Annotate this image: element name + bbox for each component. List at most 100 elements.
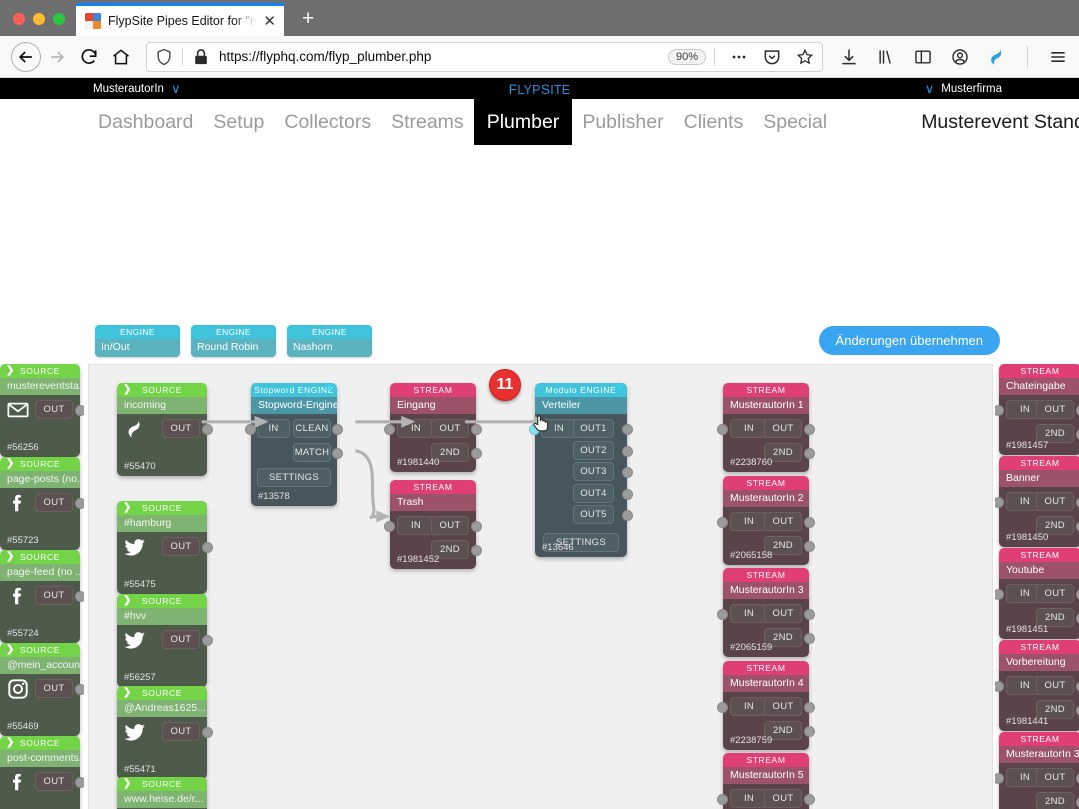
port-out2[interactable]: OUT2: [573, 440, 614, 460]
port-out[interactable]: OUT: [764, 789, 802, 808]
url-text[interactable]: https://flyphq.com/flyp_plumber.php: [219, 49, 660, 64]
port-out[interactable]: OUT: [431, 419, 469, 438]
port-out-knob[interactable]: [804, 794, 815, 805]
port-out[interactable]: OUT: [1036, 492, 1074, 511]
port-out5[interactable]: OUT5: [573, 505, 614, 524]
port-out[interactable]: OUT: [764, 511, 802, 531]
window-controls[interactable]: [0, 13, 76, 36]
port-out[interactable]: OUT: [162, 630, 200, 649]
author-stream-4[interactable]: STREAM MusterautorIn 5 IN OUT 2ND #22389…: [717, 753, 815, 809]
rail-left-source-0[interactable]: ❯ SOURCE mustereventsta... OUT #56256: [0, 364, 84, 457]
port-in[interactable]: IN: [257, 419, 290, 438]
new-tab-button[interactable]: +: [302, 8, 314, 29]
nav-streams[interactable]: Streams: [381, 99, 474, 145]
address-bar[interactable]: https://flyphq.com/flyp_plumber.php 90%: [146, 41, 823, 72]
port-out1[interactable]: OUT1: [573, 419, 614, 438]
canvas-source-4[interactable]: ❯SOURCE www.heise.de/r... OUT #55478: [117, 777, 207, 809]
port-out1-knob[interactable]: [622, 424, 633, 435]
port-2nd-knob[interactable]: [471, 448, 482, 459]
rail-left-source-4[interactable]: ❯ SOURCE post-comments... OUT #55725: [0, 736, 84, 809]
downloads-icon[interactable]: [839, 47, 859, 67]
rail-left-source-2[interactable]: ❯ SOURCE page-feed (no ... OUT #55724: [0, 550, 84, 643]
port-in-knob[interactable]: [717, 794, 728, 805]
chevron-down-icon-company[interactable]: ∨: [925, 82, 935, 95]
port-out5-knob[interactable]: [622, 510, 633, 521]
rail-right-stream-2[interactable]: STREAM Youtube IN OUT 2ND #1981451: [995, 548, 1079, 639]
port-in-knob[interactable]: [717, 516, 728, 528]
author-stream-1[interactable]: STREAM MusterautorIn 2 IN OUT 2ND #20651…: [717, 475, 815, 565]
port-in[interactable]: IN: [730, 789, 768, 808]
port-in-knob[interactable]: [995, 405, 1004, 416]
port-clean[interactable]: CLEAN: [293, 419, 331, 438]
port-2nd-knob[interactable]: [804, 540, 815, 552]
port-out[interactable]: OUT: [35, 772, 73, 791]
canvas-stream-eingang[interactable]: STREAM Eingang IN OUT 2ND #1981440: [384, 383, 482, 472]
port-2nd-knob[interactable]: [471, 545, 482, 556]
port-out[interactable]: OUT: [764, 604, 802, 623]
maximize-window-button[interactable]: [53, 13, 65, 25]
port-out[interactable]: OUT: [1036, 676, 1074, 695]
port-2nd[interactable]: 2ND: [1036, 792, 1074, 809]
close-window-button[interactable]: [13, 13, 25, 25]
port-out-knob[interactable]: [804, 609, 815, 620]
port-out-knob[interactable]: [202, 542, 213, 553]
port-out-knob[interactable]: [804, 516, 815, 528]
port-in-knob[interactable]: [384, 521, 395, 532]
port-2nd-knob[interactable]: [804, 448, 815, 459]
rail-left-source-3[interactable]: ❯ SOURCE @mein_account... OUT #55469: [0, 643, 84, 736]
port-in-knob[interactable]: [245, 424, 256, 435]
port-out[interactable]: OUT: [162, 722, 200, 741]
port-clean-knob[interactable]: [332, 424, 343, 435]
rail-right-stream-1[interactable]: STREAM Banner IN OUT 2ND #1981450: [995, 456, 1079, 547]
library-icon[interactable]: [876, 47, 896, 67]
back-button[interactable]: [11, 41, 41, 72]
port-out[interactable]: OUT: [35, 679, 73, 698]
engine-tab-2[interactable]: ENGINE Nashorn: [287, 325, 372, 357]
port-match[interactable]: MATCH: [293, 443, 331, 462]
bookmark-star-icon[interactable]: [795, 47, 815, 67]
nav-clients[interactable]: Clients: [674, 99, 754, 145]
port-in-knob[interactable]: [995, 773, 1004, 784]
browser-tab[interactable]: FlypSite Pipes Editor for "muste ✕: [76, 3, 284, 36]
nav-plumber[interactable]: Plumber: [473, 99, 573, 145]
canvas-source-3[interactable]: ❯ SOURCE @Andreas1625... OUT #55471: [117, 686, 213, 779]
port-out[interactable]: OUT: [1036, 584, 1074, 603]
reload-button[interactable]: [73, 41, 105, 73]
port-out-knob[interactable]: [75, 777, 84, 788]
sidebar-icon[interactable]: [913, 47, 933, 67]
port-2nd-knob[interactable]: [804, 633, 815, 644]
port-out[interactable]: OUT: [764, 419, 802, 438]
port-out-knob[interactable]: [804, 424, 815, 435]
engine-tab-1[interactable]: ENGINE Round Robin: [191, 325, 276, 357]
rail-right-stream-0[interactable]: STREAM Chateingabe IN OUT 2ND #1981457: [995, 364, 1079, 455]
port-in-knob[interactable]: [995, 589, 1004, 600]
port-match-knob[interactable]: [332, 448, 343, 459]
engine-tab-0[interactable]: ENGINE In/Out: [95, 325, 180, 357]
port-in-knob[interactable]: [717, 701, 728, 713]
minimize-window-button[interactable]: [33, 13, 45, 25]
canvas-source-1[interactable]: ❯ SOURCE #hamburg OUT #55475: [117, 501, 213, 594]
port-out4-knob[interactable]: [622, 488, 633, 500]
zoom-level-indicator[interactable]: 90%: [667, 48, 706, 65]
port-out-knob[interactable]: [75, 405, 84, 416]
rail-right-stream-3[interactable]: STREAM Vorbereitung IN OUT 2ND #1981441: [995, 640, 1079, 731]
port-in[interactable]: IN: [730, 511, 768, 531]
close-icon[interactable]: X: [327, 383, 334, 394]
port-out[interactable]: OUT: [35, 586, 73, 605]
port-out3-knob[interactable]: [622, 467, 633, 478]
port-out-knob[interactable]: [202, 727, 213, 738]
port-out-knob[interactable]: [202, 635, 213, 646]
nav-special[interactable]: Special: [753, 99, 837, 145]
right-stream-rail[interactable]: STREAM Chateingabe IN OUT 2ND #1981457 S…: [995, 364, 1079, 809]
pending-changes-badge[interactable]: 11: [489, 369, 521, 401]
nav-dashboard[interactable]: Dashboard: [88, 99, 203, 145]
rail-right-stream-4[interactable]: STREAM MusterautorIn 3 IN OUT 2ND #22387…: [995, 732, 1079, 809]
port-out[interactable]: OUT: [35, 493, 73, 512]
port-out-knob[interactable]: [75, 591, 84, 602]
canvas-stream-trash[interactable]: STREAM Trash IN OUT 2ND #1981452: [384, 480, 482, 569]
left-source-rail[interactable]: ❯ SOURCE mustereventsta... OUT #56256 ❯ SO…: [0, 364, 84, 809]
port-in[interactable]: IN: [397, 516, 435, 535]
account-icon[interactable]: [950, 47, 970, 67]
port-out2-knob[interactable]: [622, 445, 633, 457]
port-in-knob[interactable]: [717, 424, 728, 435]
